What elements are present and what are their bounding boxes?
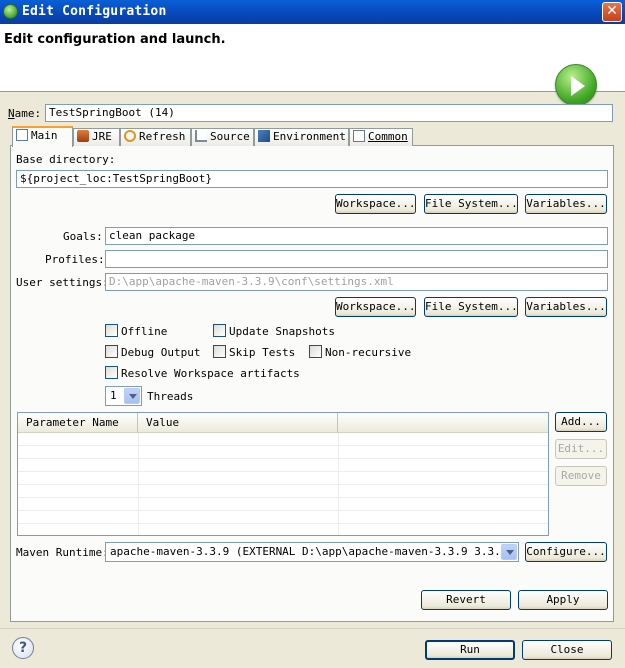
- debug-output-checkbox[interactable]: [105, 345, 118, 358]
- workspace-button-2[interactable]: Workspace...: [335, 297, 416, 317]
- tab-main[interactable]: Main: [12, 126, 73, 147]
- jre-icon: [77, 130, 89, 142]
- chevron-down-icon[interactable]: [501, 544, 517, 560]
- name-input[interactable]: TestSpringBoot (14): [45, 104, 613, 122]
- file-system-button[interactable]: File System...: [424, 194, 518, 214]
- base-directory-label: Base directory:: [16, 153, 116, 166]
- column-header-value[interactable]: Value: [138, 413, 338, 433]
- user-settings-label: User settings:: [16, 276, 109, 289]
- resolve-workspace-checkbox[interactable]: [105, 366, 118, 379]
- window-title: Edit Configuration: [22, 4, 167, 19]
- table-row: [18, 433, 548, 446]
- edit-parameter-button[interactable]: Edit...: [555, 439, 607, 459]
- variables-button[interactable]: Variables...: [525, 194, 607, 214]
- tab-common-label: Common: [368, 130, 408, 143]
- table-row: [18, 459, 548, 472]
- run-button[interactable]: Run: [425, 640, 515, 660]
- remove-parameter-button[interactable]: Remove: [555, 466, 607, 486]
- offline-checkbox[interactable]: [105, 324, 118, 337]
- maven-runtime-select[interactable]: apache-maven-3.3.9 (EXTERNAL D:\app\apac…: [105, 542, 519, 562]
- apply-button[interactable]: Apply: [518, 590, 608, 610]
- workspace-button[interactable]: Workspace...: [335, 194, 416, 214]
- threads-select[interactable]: 1: [105, 386, 142, 406]
- tab-main-label: Main: [31, 129, 58, 142]
- maven-runtime-label: Maven Runtime:: [16, 546, 109, 559]
- non-recursive-checkbox[interactable]: [309, 345, 322, 358]
- table-row: [18, 511, 548, 524]
- tab-jre[interactable]: JRE: [73, 128, 120, 146]
- update-snapshots-checkbox[interactable]: [213, 324, 226, 337]
- run-icon: [555, 64, 597, 106]
- profiles-input[interactable]: [105, 250, 608, 268]
- title-bar: Edit Configuration ✕: [0, 0, 625, 24]
- main-tab-icon: [16, 129, 28, 141]
- goals-input[interactable]: clean package: [105, 227, 608, 245]
- tab-source[interactable]: Source: [191, 128, 254, 146]
- tab-refresh[interactable]: Refresh: [120, 128, 191, 146]
- chevron-down-icon[interactable]: [124, 388, 140, 404]
- variables-button-2[interactable]: Variables...: [525, 297, 607, 317]
- column-header-parameter-name[interactable]: Parameter Name: [18, 413, 138, 433]
- user-settings-input[interactable]: D:\app\apache-maven-3.3.9\conf\settings.…: [105, 273, 608, 291]
- table-row: [18, 446, 548, 459]
- tab-source-label: Source: [210, 130, 250, 143]
- tab-refresh-label: Refresh: [139, 130, 186, 143]
- revert-button[interactable]: Revert: [421, 590, 511, 610]
- close-button[interactable]: Close: [522, 640, 612, 660]
- spring-app-icon: [3, 4, 18, 19]
- tab-environment-label: Environment: [273, 130, 346, 143]
- environment-icon: [258, 130, 270, 142]
- name-label: Name:: [8, 107, 42, 120]
- goals-label: Goals:: [63, 230, 103, 243]
- skip-tests-label: Skip Tests: [229, 346, 296, 359]
- profiles-label: Profiles:: [45, 253, 105, 266]
- source-icon: [195, 130, 207, 142]
- base-directory-input[interactable]: ${project_loc:TestSpringBoot}: [16, 170, 608, 188]
- dialog-heading: Edit configuration and launch.: [4, 32, 226, 47]
- add-parameter-button[interactable]: Add...: [555, 412, 607, 432]
- debug-output-label: Debug Output: [121, 346, 201, 359]
- threads-label: Threads: [147, 390, 194, 403]
- file-system-button-2[interactable]: File System...: [424, 297, 518, 317]
- non-recursive-label: Non-recursive: [325, 346, 412, 359]
- help-icon[interactable]: ?: [12, 637, 34, 659]
- table-row: [18, 485, 548, 498]
- tab-jre-label: JRE: [92, 130, 112, 143]
- configure-button[interactable]: Configure...: [525, 542, 607, 562]
- skip-tests-checkbox[interactable]: [213, 345, 226, 358]
- threads-value: 1: [110, 389, 117, 402]
- update-snapshots-label: Update Snapshots: [229, 325, 335, 338]
- table-row: [18, 524, 548, 535]
- table-row: [18, 498, 548, 511]
- parameters-table[interactable]: Parameter Name Value: [17, 412, 549, 536]
- tab-common[interactable]: Common: [349, 128, 413, 146]
- resolve-workspace-label: Resolve Workspace artifacts: [121, 367, 300, 380]
- dialog-header: Edit configuration and launch.: [0, 24, 625, 106]
- maven-runtime-value: apache-maven-3.3.9 (EXTERNAL D:\app\apac…: [110, 545, 500, 558]
- refresh-icon: [124, 130, 136, 142]
- offline-label: Offline: [121, 325, 168, 338]
- tab-environment[interactable]: Environment: [254, 128, 349, 146]
- column-header-filler: [338, 413, 548, 433]
- table-row: [18, 472, 548, 485]
- close-window-button[interactable]: ✕: [602, 2, 622, 22]
- common-icon: [353, 130, 365, 142]
